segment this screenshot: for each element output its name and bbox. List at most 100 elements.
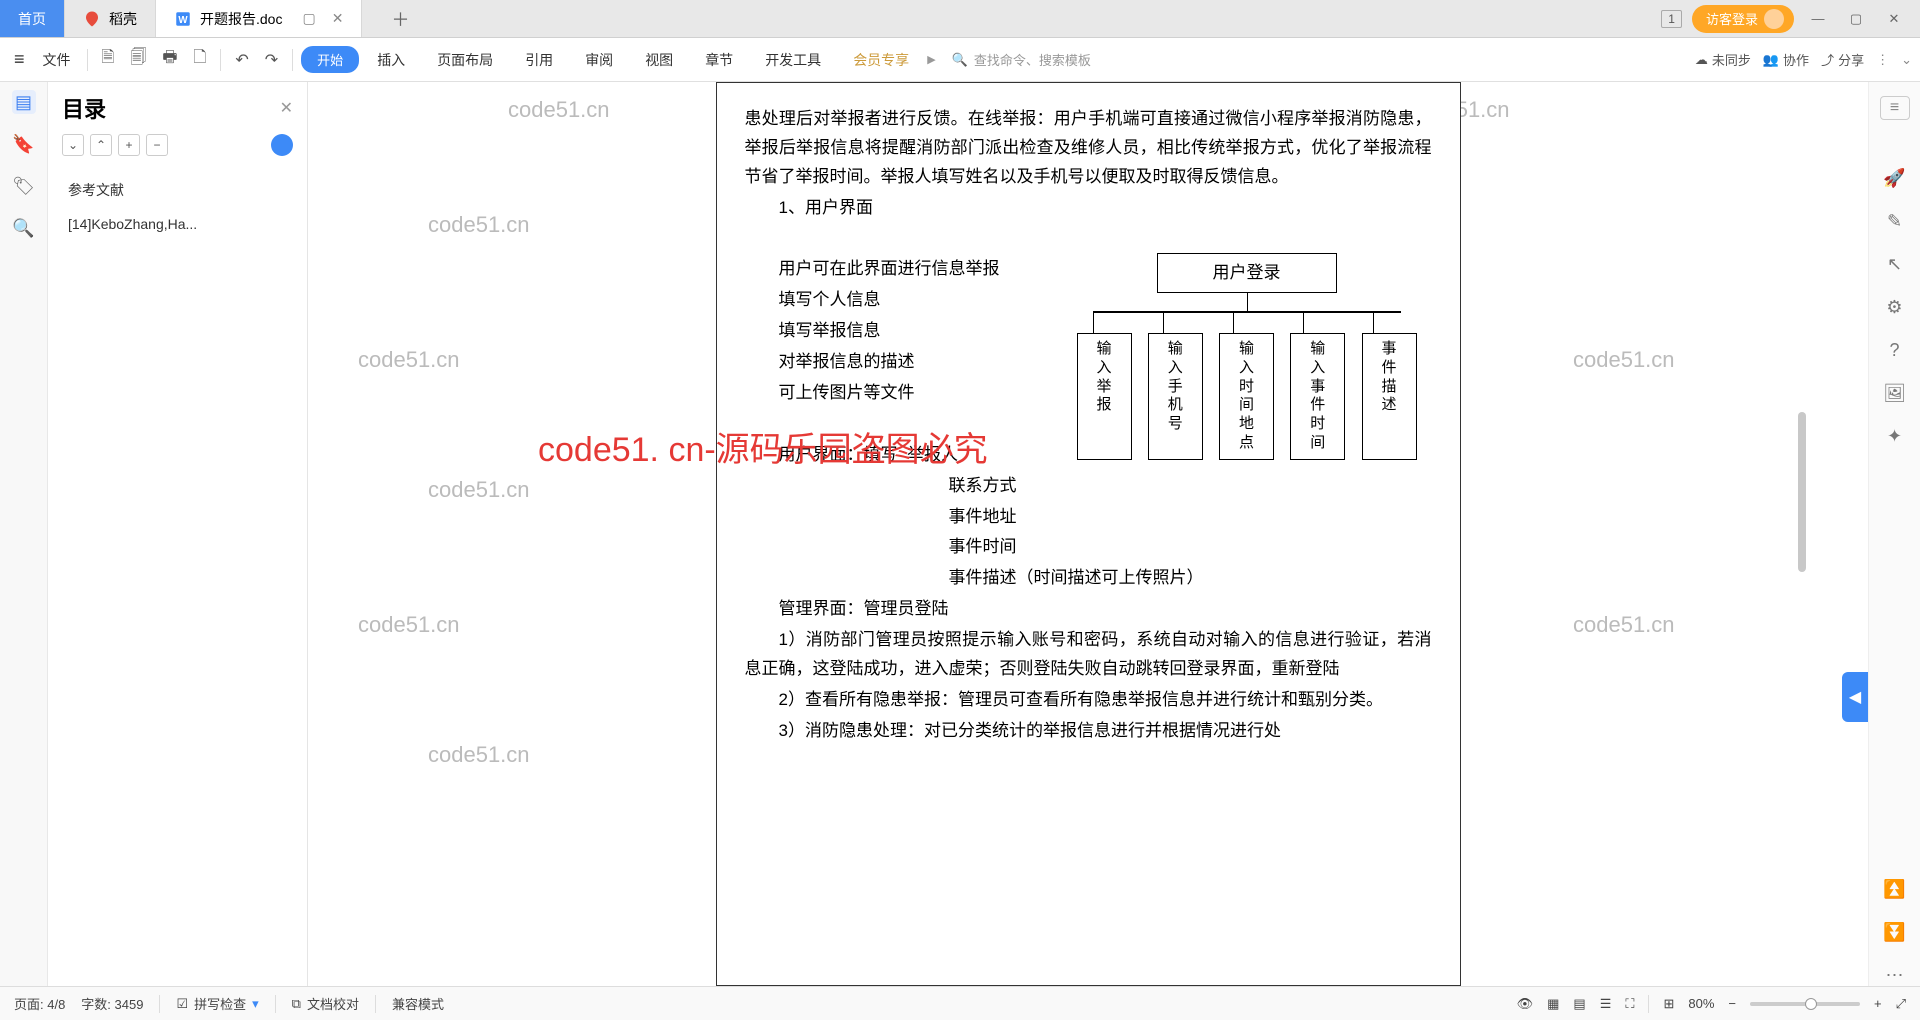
web-view-icon[interactable]: ▤ — [1573, 996, 1585, 1012]
menu-vip[interactable]: 会员专享 — [839, 44, 923, 76]
zoom-out-button[interactable]: − — [1728, 996, 1736, 1011]
left-rail: ▤ 🔖 🏷 🔍 — [0, 82, 48, 986]
menu-reference[interactable]: 引用 — [511, 44, 567, 76]
outline-title: 目录 — [62, 92, 106, 124]
tab-document[interactable]: W 开题报告.doc ▢ ✕ — [156, 0, 362, 37]
paragraph: 联系方式 — [745, 472, 1432, 501]
redo-icon[interactable]: ↷ — [259, 46, 284, 74]
maximize-button[interactable]: ▢ — [1842, 8, 1870, 30]
print-icon[interactable]: 🖶 — [156, 42, 183, 77]
settings-slider-icon[interactable]: ⚙ — [1886, 297, 1902, 318]
diagram-root: 用户登录 — [1157, 253, 1337, 293]
outline-sync-icon[interactable] — [271, 134, 293, 156]
vertical-scrollbar[interactable] — [1796, 162, 1808, 956]
style-panel-icon[interactable]: ≡ — [1880, 96, 1910, 120]
document-page: 患处理后对举报者进行反馈。在线举报：用户手机端可直接通过微信小程序举报消防隐患，… — [716, 82, 1461, 986]
fullscreen-icon[interactable]: ⤢ — [1896, 996, 1906, 1012]
watermark: code51.cn — [1573, 347, 1675, 373]
scrollbar-thumb[interactable] — [1798, 412, 1806, 572]
outline-list: 参考文献 [14]KeboZhang,Ha... — [48, 166, 307, 246]
search-rail-icon[interactable]: 🔍 — [12, 216, 36, 240]
menu-review[interactable]: 审阅 — [571, 44, 627, 76]
page-down-icon[interactable]: ⏬ — [1883, 922, 1905, 943]
reading-view-icon[interactable]: 👁 — [1517, 996, 1534, 1012]
layout-view-icon[interactable]: ▦ — [1547, 996, 1559, 1012]
watermark: code51.cn — [1573, 612, 1675, 638]
outline-collapse-icon[interactable]: ⌄ — [62, 134, 84, 156]
collapse-ribbon-icon[interactable]: ⌄ — [1901, 52, 1912, 68]
share-button[interactable]: ⤴分享 — [1821, 50, 1864, 69]
word-count[interactable]: 字数: 3459 — [81, 994, 143, 1013]
outline-item[interactable]: [14]KeboZhang,Ha... — [62, 208, 293, 240]
window-count-badge[interactable]: 1 — [1661, 10, 1682, 28]
org-diagram: 用户登录 输入举报 输入手机号 输入时间地点 输入事件时间 事件描述 — [1077, 253, 1417, 460]
paragraph: 事件描述（时间描述可上传照片） — [745, 564, 1432, 593]
guest-login-button[interactable]: 访客登录 — [1692, 5, 1794, 33]
help-icon[interactable]: ? — [1889, 340, 1899, 361]
compat-mode[interactable]: 兼容模式 — [392, 994, 444, 1013]
print-preview-icon[interactable]: 🗋 — [187, 42, 212, 77]
document-canvas[interactable]: code51.cn code51.cn code51.cn code51.cn … — [308, 82, 1868, 986]
more-icon[interactable]: ⋮ — [1876, 52, 1889, 68]
undo-icon[interactable]: ↶ — [229, 46, 254, 74]
watermark: code51.cn — [358, 612, 460, 638]
side-pull-tab[interactable]: ◀ — [1842, 672, 1868, 722]
menu-chapter[interactable]: 章节 — [691, 44, 747, 76]
scan-icon: ⧉ — [292, 996, 301, 1012]
menu-start[interactable]: 开始 — [301, 46, 359, 73]
outline-close-icon[interactable]: ✕ — [280, 98, 293, 118]
hamburger-icon[interactable]: ≡ — [8, 45, 31, 74]
main-area: ▤ 🔖 🏷 🔍 目录 ✕ ⌄ ⌃ + − 参考文献 [14]KeboZhang,… — [0, 82, 1920, 986]
outline-view-icon[interactable]: ☰ — [1600, 996, 1612, 1012]
image-edit-icon[interactable]: 🖼 — [1883, 383, 1906, 404]
minimize-button[interactable]: — — [1804, 8, 1832, 30]
more-menus-chevron[interactable]: ▶ — [927, 53, 935, 66]
menu-page-layout[interactable]: 页面布局 — [423, 44, 507, 76]
more-tools-icon[interactable]: ⋯ — [1886, 965, 1904, 986]
page-indicator[interactable]: 页面: 4/8 — [14, 994, 65, 1013]
watermark: code51.cn — [508, 97, 610, 123]
outline-add-icon[interactable]: + — [118, 134, 140, 156]
diagram-box: 输入举报 — [1077, 333, 1132, 460]
command-search[interactable]: 🔍查找命令、搜索模板 — [952, 50, 1091, 69]
svg-text:W: W — [178, 14, 188, 25]
tab-daoke[interactable]: 稻壳 — [65, 0, 156, 37]
zoom-fit-icon[interactable]: ⊞ — [1663, 996, 1674, 1012]
zoom-value[interactable]: 80% — [1688, 996, 1714, 1011]
cursor-icon[interactable]: ↖ — [1887, 254, 1902, 275]
tab-close-icon[interactable]: ✕ — [332, 10, 344, 27]
zoom-knob[interactable] — [1805, 998, 1817, 1010]
present-icon[interactable]: ▢ — [302, 10, 315, 27]
watermark: code51.cn — [358, 347, 460, 373]
zoom-in-button[interactable]: + — [1874, 996, 1882, 1011]
outline-rail-icon[interactable]: ▤ — [12, 90, 36, 114]
save-icon[interactable]: 🗎 — [96, 42, 121, 77]
menu-view[interactable]: 视图 — [631, 44, 687, 76]
zoom-slider[interactable] — [1750, 1002, 1860, 1006]
daoke-icon — [83, 10, 101, 28]
bookmark-rail-icon[interactable]: 🔖 — [12, 132, 36, 156]
sparkle-icon[interactable]: ✦ — [1887, 426, 1902, 447]
pen-icon[interactable]: ✎ — [1887, 211, 1902, 232]
status-right: 👁 ▦ ▤ ☰ ⛶ ⊞ 80% − + ⤢ — [1517, 995, 1906, 1013]
fullscreen-view-icon[interactable]: ⛶ — [1625, 996, 1634, 1012]
menu-insert[interactable]: 插入 — [363, 44, 419, 76]
outline-remove-icon[interactable]: − — [146, 134, 168, 156]
tab-home[interactable]: 首页 — [0, 0, 65, 37]
sync-status[interactable]: ☁未同步 — [1695, 50, 1751, 69]
file-menu[interactable]: 文件 — [35, 46, 79, 74]
outline-expand-icon[interactable]: ⌃ — [90, 134, 112, 156]
spellcheck-toggle[interactable]: ☑拼写检查▾ — [176, 994, 258, 1013]
check-icon: ☑ — [176, 996, 188, 1012]
proofread-button[interactable]: ⧉文档校对 — [292, 994, 359, 1013]
tab-new[interactable]: ＋ — [362, 0, 438, 37]
page-up-icon[interactable]: ⏫ — [1883, 879, 1905, 900]
rocket-icon[interactable]: 🚀 — [1883, 168, 1905, 189]
close-window-button[interactable]: ✕ — [1880, 8, 1908, 30]
diagram-box: 输入时间地点 — [1219, 333, 1274, 460]
outline-item[interactable]: 参考文献 — [62, 172, 293, 208]
save-as-icon[interactable]: 🗐 — [124, 42, 152, 77]
menu-dev[interactable]: 开发工具 — [751, 44, 835, 76]
collab-button[interactable]: 👥协作 — [1763, 50, 1809, 69]
ribbon-rail-icon[interactable]: 🏷 — [12, 174, 36, 198]
